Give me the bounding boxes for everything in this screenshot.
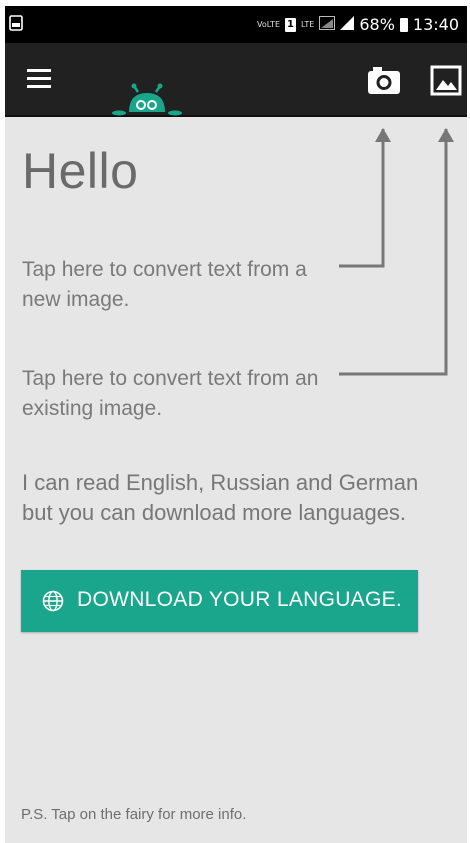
clock: 13:40 bbox=[412, 15, 459, 34]
hint-existing-image: Tap here to convert text from an existin… bbox=[22, 367, 319, 420]
lte-indicator: LTE bbox=[301, 19, 315, 29]
signal-icon bbox=[319, 15, 336, 34]
image-icon[interactable] bbox=[430, 64, 462, 96]
download-button-label: DOWNLOAD YOUR LANGUAGE. bbox=[77, 588, 403, 611]
ps-footnote: P.S. Tap on the fairy for more info. bbox=[21, 806, 247, 823]
volte-indicator: VoLTE bbox=[256, 19, 281, 29]
sim-indicator: 1 bbox=[285, 17, 297, 32]
notification-icon bbox=[9, 15, 23, 35]
globe-icon bbox=[42, 590, 64, 612]
app-screen: VoLTE 1 LTE 68% 13:40 Hello Tap here to … bbox=[5, 6, 467, 843]
signal-strength-icon bbox=[340, 15, 355, 34]
app-bar-divider bbox=[5, 115, 467, 117]
fairy-robot-icon[interactable] bbox=[111, 82, 183, 118]
languages-text: I can read English, Russian and German b… bbox=[22, 470, 419, 525]
hamburger-menu-icon[interactable] bbox=[27, 69, 51, 89]
status-bar: VoLTE 1 LTE 68% 13:40 bbox=[5, 6, 467, 43]
page-title: Hello bbox=[22, 143, 139, 199]
camera-icon[interactable] bbox=[367, 64, 401, 96]
hint-arrows bbox=[339, 128, 454, 376]
download-language-button[interactable]: DOWNLOAD YOUR LANGUAGE. bbox=[21, 570, 418, 632]
battery-percent: 68% bbox=[359, 15, 395, 34]
hint-new-image: Tap here to convert text from a new imag… bbox=[22, 258, 307, 311]
battery-icon bbox=[399, 17, 408, 32]
